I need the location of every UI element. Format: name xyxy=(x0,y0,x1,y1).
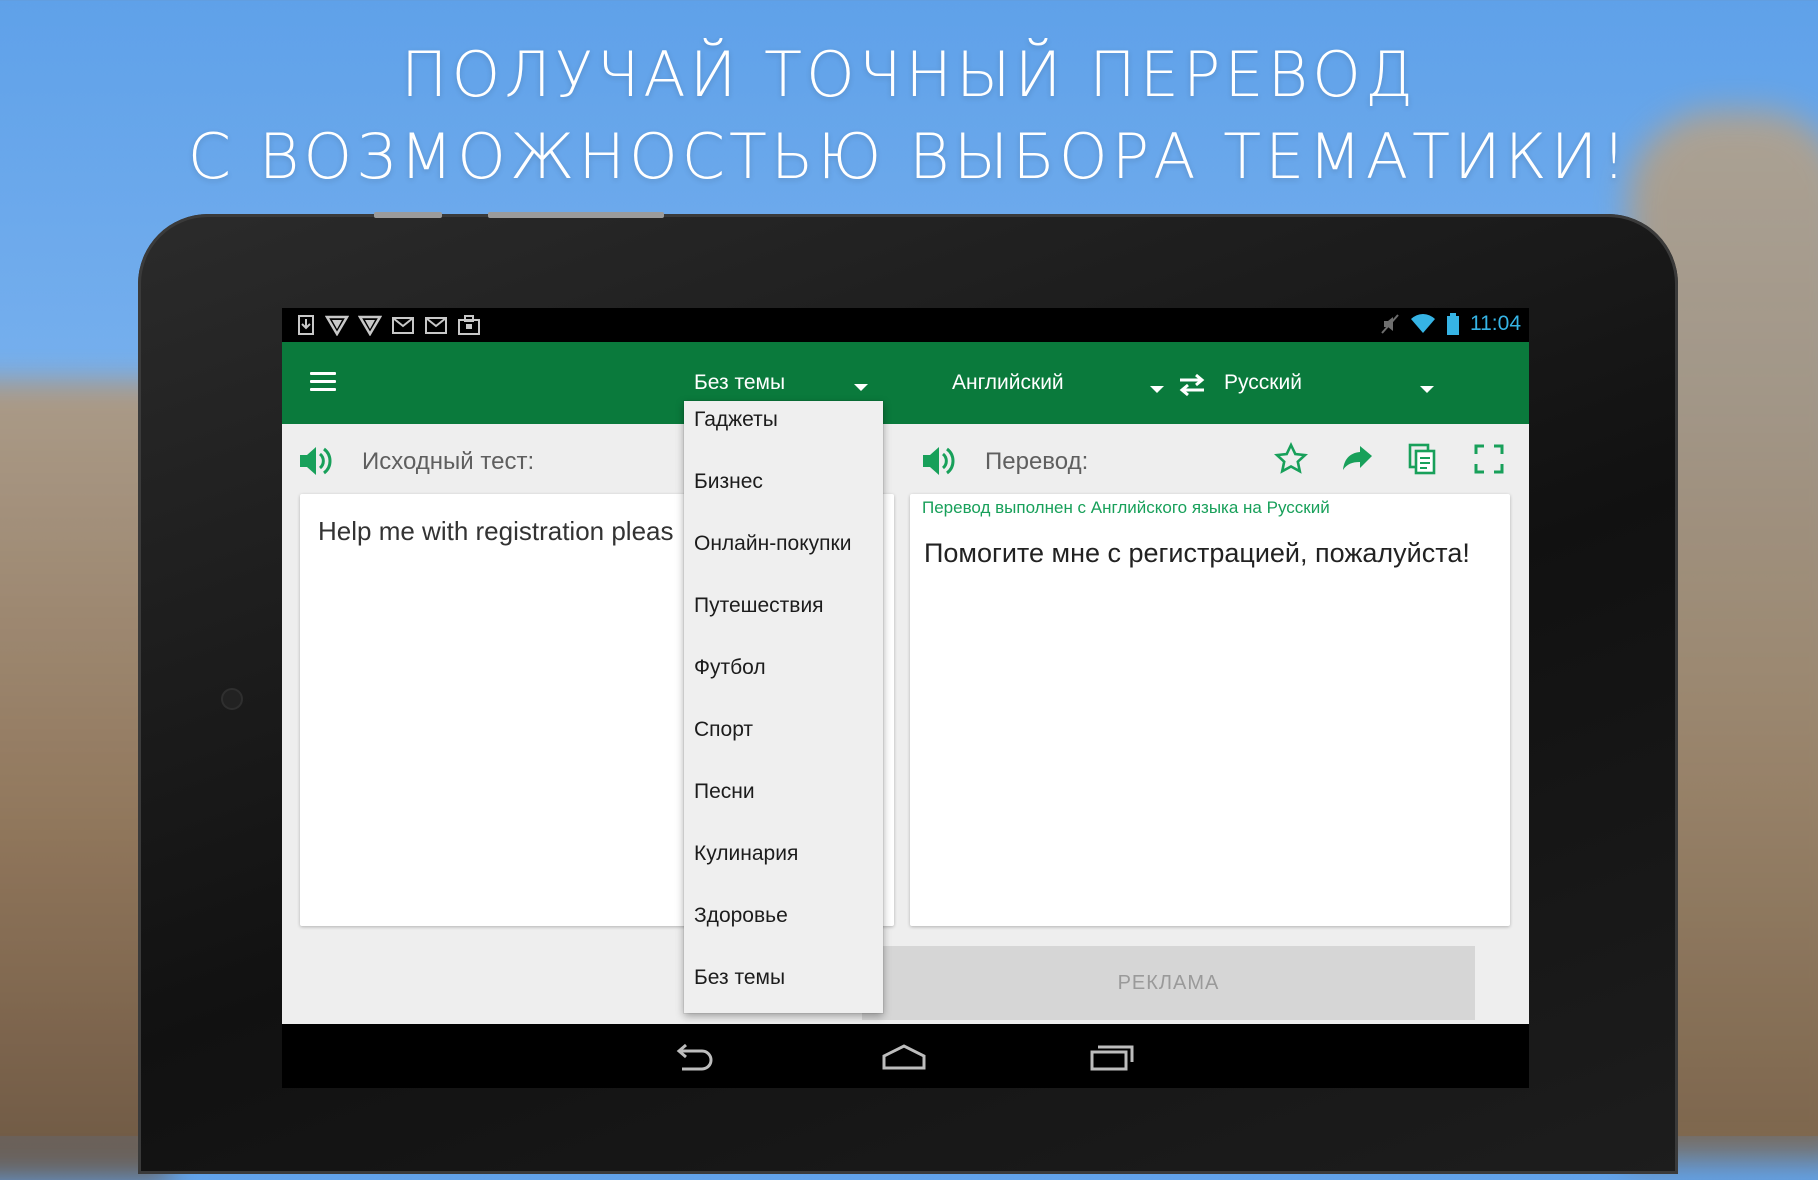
app-toolbar: Без темы Английский Русский xyxy=(282,342,1529,424)
translation-speaker-icon[interactable] xyxy=(921,444,955,478)
app-screen: 11:04 Без темы Английский Русский Исходн… xyxy=(282,308,1529,1088)
translation-text: Помогите мне с регистрацией, пожалуйста! xyxy=(924,538,1470,568)
recent-apps-icon[interactable] xyxy=(1088,1042,1136,1072)
target-language-label: Русский xyxy=(1224,371,1302,394)
share-icon[interactable] xyxy=(1340,442,1374,476)
fullscreen-icon[interactable] xyxy=(1472,442,1506,476)
notification-icons xyxy=(296,314,481,336)
tablet-camera xyxy=(223,690,241,708)
source-label: Исходный тест: xyxy=(362,448,535,475)
topic-option-sport[interactable]: Спорт xyxy=(684,699,883,761)
tablet-volume-button xyxy=(374,212,442,218)
shield-icon xyxy=(358,315,382,336)
back-icon[interactable] xyxy=(670,1042,718,1072)
source-speaker-icon[interactable] xyxy=(298,444,332,478)
promo-headline: ПОЛУЧАЙ ТОЧНЫЙ ПЕРЕВОД С ВОЗМОЖНОСТЬЮ ВЫ… xyxy=(0,34,1818,198)
topic-option-cooking[interactable]: Кулинария xyxy=(684,823,883,885)
topic-option-football[interactable]: Футбол xyxy=(684,637,883,699)
swap-arrows-icon[interactable] xyxy=(1176,372,1208,398)
translation-label: Перевод: xyxy=(985,448,1089,475)
promo-line-1: ПОЛУЧАЙ ТОЧНЫЙ ПЕРЕВОД xyxy=(400,38,1418,111)
shield-icon xyxy=(325,315,349,336)
target-language-spinner[interactable]: Русский xyxy=(1224,366,1444,400)
topic-option-gadgets[interactable]: Гаджеты xyxy=(684,389,883,451)
topic-dropdown-menu: Гаджеты Бизнес Онлайн-покупки Путешестви… xyxy=(684,401,883,1013)
translation-direction-note: Перевод выполнен с Английского языка на … xyxy=(922,498,1330,517)
topic-option-business[interactable]: Бизнес xyxy=(684,451,883,513)
topic-option-online-shopping[interactable]: Онлайн-покупки xyxy=(684,513,883,575)
mute-icon xyxy=(1381,314,1399,334)
system-status: 11:04 xyxy=(1380,312,1521,336)
source-text[interactable]: Help me with registration pleas xyxy=(318,516,674,547)
download-icon xyxy=(298,315,314,335)
tablet-power-button xyxy=(488,212,664,218)
content-header: Исходный тест: Перевод: xyxy=(282,424,1529,486)
status-time: 11:04 xyxy=(1470,312,1521,335)
copy-icon[interactable] xyxy=(1406,442,1440,476)
briefcase-icon xyxy=(458,315,480,335)
mail-icon xyxy=(392,317,414,334)
ad-label: РЕКЛАМА xyxy=(1117,971,1220,994)
hamburger-icon[interactable] xyxy=(310,372,336,392)
home-icon[interactable] xyxy=(880,1042,928,1072)
topic-option-travel[interactable]: Путешествия xyxy=(684,575,883,637)
status-bar: 11:04 xyxy=(282,308,1529,342)
navigation-bar xyxy=(282,1024,1529,1088)
topic-option-songs[interactable]: Песни xyxy=(684,761,883,823)
topic-option-no-topic[interactable]: Без темы xyxy=(684,947,883,1009)
target-language-arrow-icon xyxy=(1420,386,1434,393)
topic-option-health[interactable]: Здоровье xyxy=(684,885,883,947)
wifi-icon xyxy=(1411,314,1435,333)
battery-icon xyxy=(1447,313,1459,335)
source-language-spinner[interactable]: Английский xyxy=(952,366,1172,400)
ad-banner[interactable]: РЕКЛАМА xyxy=(862,946,1475,1020)
source-language-label: Английский xyxy=(952,371,1064,394)
star-icon[interactable] xyxy=(1274,442,1308,476)
source-language-arrow-icon xyxy=(1150,386,1164,393)
translation-panel: Перевод выполнен с Английского языка на … xyxy=(910,494,1510,926)
promo-line-2: С ВОЗМОЖНОСТЬЮ ВЫБОРА ТЕМАТИКИ! xyxy=(187,120,1631,193)
mail-icon xyxy=(425,317,447,334)
